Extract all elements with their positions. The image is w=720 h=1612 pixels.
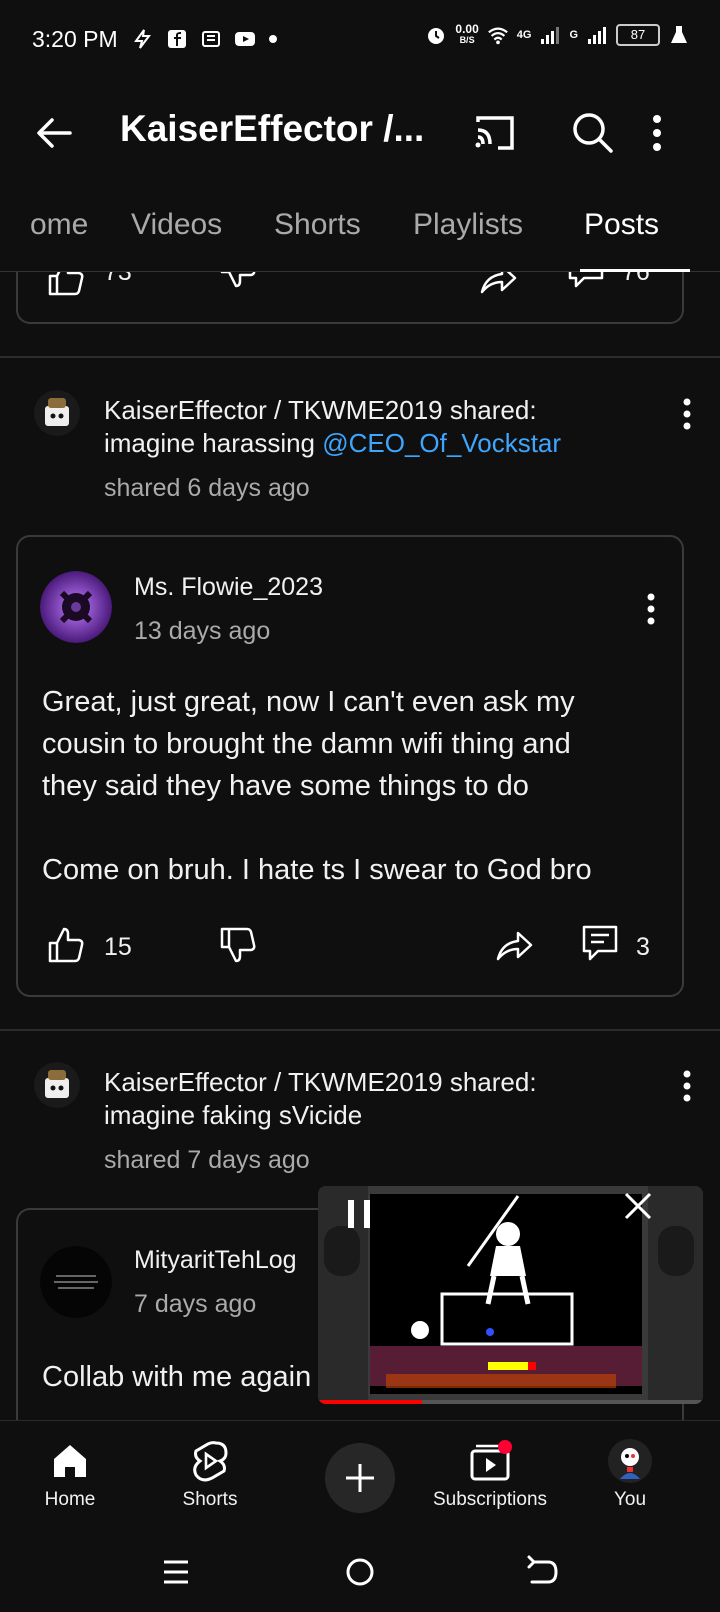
comment-icon[interactable] <box>580 923 620 963</box>
cast-icon[interactable] <box>470 108 520 158</box>
tab-shorts[interactable]: Shorts <box>274 208 361 242</box>
pause-icon[interactable] <box>344 1196 374 1232</box>
author-avatar[interactable] <box>40 571 112 643</box>
post-body: Great, just great, now I can't even ask … <box>42 681 662 891</box>
status-bar: 3:20 PM 0.00 B/S 4G G 87 <box>0 0 720 80</box>
post-body-line: they said they have some things to do <box>42 770 529 802</box>
mini-player[interactable] <box>318 1186 703 1404</box>
comment-count: 3 <box>636 933 650 961</box>
post-divider <box>0 1029 720 1031</box>
subscriptions-icon <box>470 1440 512 1481</box>
shared-time: shared 7 days ago <box>104 1146 310 1174</box>
channel-tabs: ome Videos Shorts Playlists Posts <box>0 196 720 272</box>
share-line-2: imagine faking sVicide <box>104 1100 363 1130</box>
flask-icon <box>671 26 687 43</box>
network-g: G <box>569 29 578 41</box>
net-speed-value: 0.00 <box>455 22 479 36</box>
home-circle-icon[interactable] <box>340 1552 380 1592</box>
shared-time: shared 6 days ago <box>104 474 310 502</box>
back-arrow-icon[interactable] <box>30 108 80 158</box>
net-speed-unit: B/S <box>459 35 475 45</box>
share-caption: imagine harassing <box>104 428 323 458</box>
shared-post-header: KaiserEffector / TKWME2019 shared: imagi… <box>0 1052 720 1192</box>
nav-you[interactable]: You <box>560 1439 700 1511</box>
action-row: 15 3 <box>18 921 702 971</box>
channel-title: KaiserEffector /... <box>120 108 425 149</box>
signal-icon-2 <box>588 27 606 44</box>
network-4g: 4G <box>516 29 532 41</box>
shorts-icon <box>193 1441 228 1482</box>
active-tab-indicator <box>580 269 690 272</box>
signal-icon <box>541 27 560 44</box>
news-icon <box>202 31 220 47</box>
close-icon[interactable] <box>620 1188 656 1224</box>
nav-you-label: You <box>613 1489 647 1510</box>
tab-playlists[interactable]: Playlists <box>413 208 523 242</box>
post-divider <box>0 356 720 358</box>
plus-icon <box>346 1464 374 1492</box>
status-time: 3:20 PM <box>32 26 118 52</box>
bottom-navigation: Home Shorts Subscriptions You <box>0 1420 720 1530</box>
post-body-line: cousin to brought the damn wifi thing an… <box>42 728 571 760</box>
wifi-icon <box>487 27 508 45</box>
share-text: KaiserEffector / TKWME2019 shared: imagi… <box>104 1066 664 1132</box>
nav-shorts-label: Shorts <box>182 1489 238 1510</box>
post-menu-icon[interactable] <box>672 1066 702 1106</box>
nav-subscriptions-label: Subscriptions <box>432 1489 548 1510</box>
post-body-gap <box>42 807 662 849</box>
battery-indicator: 87 <box>616 24 660 46</box>
share-icon[interactable] <box>494 925 534 965</box>
share-line-1: KaiserEffector / TKWME2019 shared: <box>104 1067 537 1097</box>
back-icon[interactable] <box>522 1552 562 1592</box>
share-line-2: imagine harassing @CEO_Of_Vockstar <box>104 427 664 460</box>
nav-home[interactable]: Home <box>0 1439 140 1511</box>
share-line-1: KaiserEffector / TKWME2019 shared: <box>104 395 537 425</box>
flash-icon <box>134 29 151 49</box>
nav-shorts[interactable]: Shorts <box>140 1439 280 1511</box>
author-avatar[interactable] <box>40 1246 112 1318</box>
channel-avatar[interactable] <box>34 1062 80 1108</box>
post-body-line: Come on bruh. I hate ts I swear to God b… <box>42 854 592 886</box>
share-text: KaiserEffector / TKWME2019 shared: imagi… <box>104 394 664 460</box>
recent-apps-icon[interactable] <box>156 1552 196 1592</box>
like-icon[interactable] <box>46 925 86 965</box>
author-name[interactable]: Ms. Flowie_2023 <box>134 573 323 602</box>
tab-videos[interactable]: Videos <box>131 208 222 242</box>
like-count: 15 <box>104 933 132 961</box>
system-navigation-bar <box>0 1530 720 1612</box>
channel-avatar[interactable] <box>34 390 80 436</box>
alarm-icon <box>428 28 445 44</box>
status-right-icons: 0.00 B/S 4G G 87 <box>425 22 690 46</box>
shared-post-card[interactable]: Ms. Flowie_2023 13 days ago Great, just … <box>16 535 684 997</box>
app-bar: KaiserEffector /... <box>0 86 720 176</box>
nav-subscriptions[interactable]: Subscriptions <box>420 1439 560 1511</box>
mention-link[interactable]: @CEO_Of_Vockstar <box>322 428 561 458</box>
net-speed: 0.00 B/S <box>455 22 479 46</box>
mini-player-progress <box>318 1400 422 1404</box>
dot-icon <box>269 35 277 43</box>
original-post-menu-icon[interactable] <box>636 589 666 629</box>
dislike-icon[interactable] <box>218 925 258 965</box>
youtube-icon <box>235 32 255 46</box>
search-icon[interactable] <box>568 108 618 158</box>
author-name[interactable]: MityaritTehLog <box>134 1246 297 1275</box>
home-icon <box>54 1445 86 1477</box>
tab-posts[interactable]: Posts <box>584 208 659 242</box>
create-button[interactable] <box>325 1443 395 1513</box>
shared-post-header: KaiserEffector / TKWME2019 shared: imagi… <box>0 380 720 520</box>
tab-home[interactable]: ome <box>30 208 88 242</box>
author-post-time: 13 days ago <box>134 617 271 645</box>
status-left-icons <box>132 28 278 50</box>
post-body-line: Great, just great, now I can't even ask … <box>42 686 575 718</box>
more-options-icon[interactable] <box>652 108 702 158</box>
nav-home-label: Home <box>44 1489 96 1510</box>
facebook-icon <box>168 30 186 48</box>
post-menu-icon[interactable] <box>672 394 702 434</box>
profile-avatar <box>608 1439 652 1483</box>
author-post-time: 7 days ago <box>134 1290 257 1318</box>
